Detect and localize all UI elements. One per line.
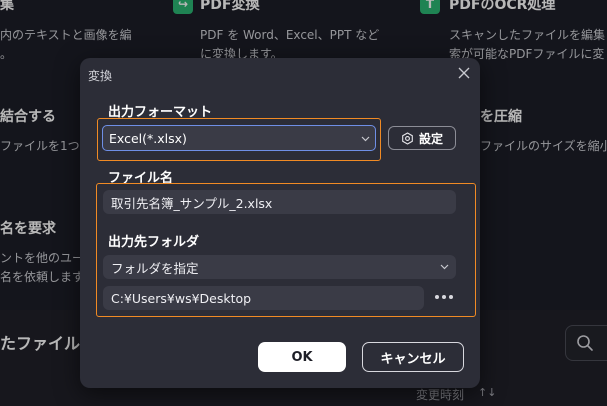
browse-folder-button[interactable]: [430, 287, 458, 307]
output-format-select[interactable]: Excel(*.xlsx): [102, 125, 376, 151]
cancel-button[interactable]: キャンセル: [362, 342, 464, 372]
more-dot: [435, 295, 439, 299]
settings-button[interactable]: 設定: [388, 126, 456, 150]
output-folder-path-input[interactable]: C:¥Users¥ws¥Desktop: [103, 286, 424, 310]
file-name-value: 取引先名簿_サンプル_2.xlsx: [111, 195, 273, 211]
gear-icon: [402, 131, 413, 145]
dialog-title: 変換: [88, 69, 113, 83]
output-folder-mode-select[interactable]: フォルダを指定: [103, 255, 456, 279]
more-dot: [449, 295, 453, 299]
close-icon[interactable]: [457, 66, 471, 80]
more-dot: [442, 295, 446, 299]
file-name-input[interactable]: 取引先名簿_サンプル_2.xlsx: [103, 190, 456, 214]
output-folder-path-value: C:¥Users¥ws¥Desktop: [111, 290, 252, 306]
settings-button-label: 設定: [418, 131, 443, 146]
output-folder-mode-value: フォルダを指定: [111, 260, 199, 276]
output-folder-label: 出力先フォルダ: [108, 235, 200, 250]
ok-button[interactable]: OK: [258, 342, 346, 372]
chevron-down-icon: [361, 136, 370, 142]
chevron-down-icon: [440, 264, 449, 270]
output-format-value: Excel(*.xlsx): [109, 130, 187, 146]
file-name-label: ファイル名: [108, 171, 174, 186]
output-format-label: 出力フォーマット: [108, 105, 213, 120]
